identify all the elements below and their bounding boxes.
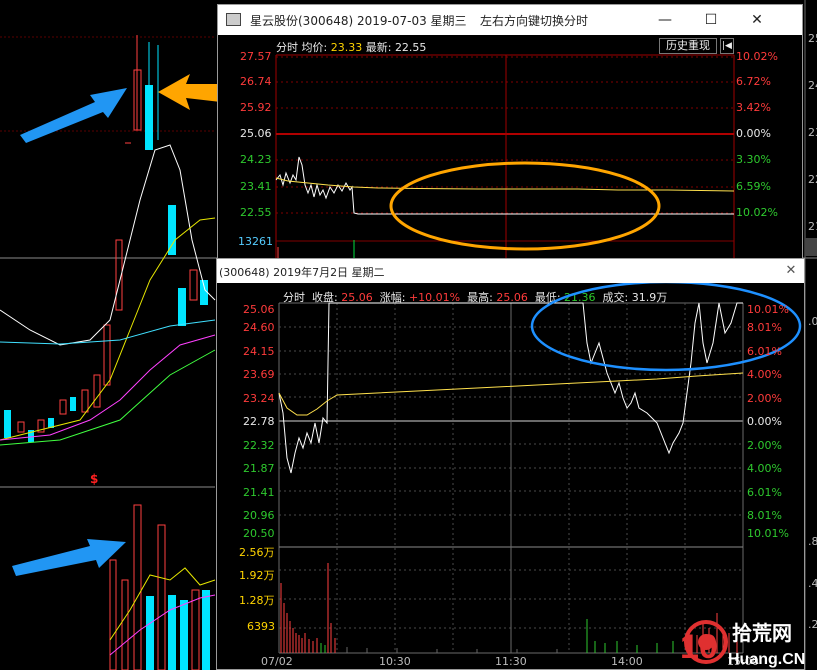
intraday-chart-0702 — [278, 283, 802, 654]
volume-axis-label: 6393 — [247, 620, 275, 633]
watermark-brand-en: Huang.CN — [728, 651, 805, 668]
pct-label: 8.01% — [747, 321, 782, 334]
pct-label: 3.42% — [736, 101, 771, 114]
intraday-chart-0703 — [275, 54, 735, 261]
price-label: 21.41 — [243, 486, 275, 499]
blue-arrow-top — [20, 88, 127, 143]
watermark-number: 10 — [680, 628, 718, 666]
volume-bars — [109, 504, 210, 670]
window-hint: 左右方向键切换分时 — [480, 14, 589, 28]
pct-label: 3.30% — [736, 153, 771, 166]
time-label: 11:30 — [495, 655, 527, 668]
price-label: 26.74 — [240, 75, 272, 88]
bg-axis-label: .8 — [808, 535, 817, 548]
pct-label: 10.02% — [736, 50, 778, 63]
bg-axis-label: 25.0 — [808, 32, 817, 45]
intraday-window-0703[interactable]: 星云股份(300648) 2019-07-03 星期三 左右方向键切换分时 — … — [217, 4, 803, 262]
minimize-button[interactable]: — — [642, 5, 688, 35]
price-label: 22.78 — [243, 415, 275, 428]
price-label: 25.06 — [240, 127, 272, 140]
price-label: 23.24 — [243, 392, 275, 405]
close-button[interactable]: ✕ — [781, 261, 801, 281]
close-button[interactable]: ✕ — [734, 5, 780, 35]
pct-label: 2.00% — [747, 392, 782, 405]
dollar-marker: $ — [90, 472, 99, 486]
pct-label: 6.59% — [736, 180, 771, 193]
watermark-brand-cn: 拾荒网 — [732, 621, 792, 645]
bg-axis-label: 24.0 — [808, 79, 817, 92]
pct-label: 10.01% — [747, 303, 789, 316]
price-label: 22.32 — [243, 439, 275, 452]
bg-axis-label: .4 — [808, 577, 817, 590]
pct-label: 6.72% — [736, 75, 771, 88]
site-watermark-logo: 10 拾荒网 Huang.CN — [676, 614, 816, 670]
pct-label: 0.00% — [736, 127, 771, 140]
time-label: 10:30 — [379, 655, 411, 668]
price-label: 24.60 — [243, 321, 275, 334]
price-label: 22.55 — [240, 206, 272, 219]
pct-label: 6.01% — [747, 486, 782, 499]
app-icon — [226, 13, 241, 26]
price-label: 24.23 — [240, 153, 272, 166]
pct-label: 10.02% — [736, 206, 778, 219]
price-label: 25.92 — [240, 101, 272, 114]
volume-axis-label: 1.92万 — [239, 569, 275, 582]
price-label: 23.41 — [240, 180, 272, 193]
price-label: 23.69 — [243, 368, 275, 381]
window-title: (300648) 2019年7月2日 星期二 — [219, 266, 385, 279]
time-label: 14:00 — [611, 655, 643, 668]
price-label: 21.87 — [243, 462, 275, 475]
pct-label: 8.01% — [747, 509, 782, 522]
price-label: 20.96 — [243, 509, 275, 522]
time-label: 07/02 — [261, 655, 293, 668]
highlight-ellipse-orange — [389, 161, 661, 251]
price-label: 27.57 — [240, 50, 272, 63]
bg-axis-label: .0 — [808, 315, 817, 328]
pct-label: 10.01% — [747, 527, 789, 540]
bg-axis-label: 22.0 — [808, 173, 817, 186]
intraday-window-0702[interactable]: (300648) 2019年7月2日 星期二 ✕ 分时 收盘: 25.06 涨幅… — [216, 258, 805, 670]
pct-label: 4.00% — [747, 368, 782, 381]
blue-arrow-bottom — [12, 539, 126, 576]
ma-yellow — [0, 217, 216, 441]
window-title: 星云股份(300648) 2019-07-03 星期三 — [250, 14, 467, 28]
pct-label: 2.00% — [747, 439, 782, 452]
bg-axis-label: 23.0 — [808, 126, 817, 139]
pct-label: 6.01% — [747, 345, 782, 358]
price-label: 20.50 — [243, 527, 275, 540]
pct-label: 0.00% — [747, 415, 782, 428]
window-titlebar[interactable]: 星云股份(300648) 2019-07-03 星期三 左右方向键切换分时 — … — [218, 5, 802, 35]
volume-axis-label: 1.28万 — [239, 594, 275, 607]
volume-axis-label: 2.56万 — [239, 546, 275, 559]
window-titlebar[interactable]: (300648) 2019年7月2日 星期二 ✕ — [217, 259, 804, 283]
pct-label: 4.00% — [747, 462, 782, 475]
volume-label: 13261 — [238, 235, 273, 248]
bg-axis-label: 21.0 — [808, 220, 817, 233]
maximize-button[interactable]: ☐ — [688, 5, 734, 35]
price-label: 24.15 — [243, 345, 275, 358]
price-label: 25.06 — [243, 303, 275, 316]
